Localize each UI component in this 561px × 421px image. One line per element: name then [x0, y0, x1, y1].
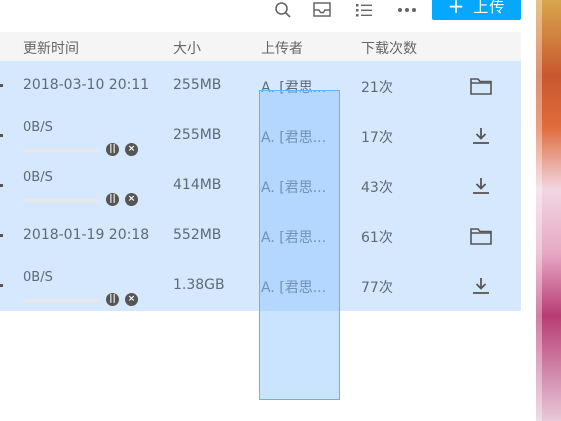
download-speed: 0B/S: [23, 270, 53, 285]
table-header: 更新时间 大小 上传者 下载次数: [0, 32, 521, 62]
search-icon[interactable]: [272, 0, 294, 20]
file-size: 255MB: [173, 127, 222, 143]
download-icon[interactable]: [469, 124, 493, 148]
folder-icon[interactable]: [469, 224, 493, 248]
list-view-icon[interactable]: [353, 0, 375, 20]
file-list-window: + 上传 更新时间 大小 上传者 下载次数 2018-03-10 20:11 2…: [0, 0, 536, 421]
download-count: 61次: [361, 230, 393, 246]
download-icon[interactable]: [469, 274, 493, 298]
file-size: 255MB: [173, 77, 222, 93]
update-time: 2018-03-10 20:11: [23, 77, 150, 93]
download-icon[interactable]: [469, 174, 493, 198]
pause-icon[interactable]: ||: [106, 293, 119, 306]
download-speed: 0B/S: [23, 170, 53, 185]
desktop-background-strip: [536, 0, 561, 421]
download-count: 43次: [361, 180, 393, 196]
upload-button[interactable]: + 上传: [432, 0, 521, 20]
cancel-icon[interactable]: ×: [125, 193, 138, 206]
pause-icon[interactable]: ||: [106, 193, 119, 206]
download-count: 21次: [361, 80, 393, 96]
upload-label: 上传: [473, 0, 506, 16]
file-size: 1.38GB: [173, 277, 225, 293]
row-bullet: [0, 184, 3, 187]
download-count: 77次: [361, 280, 393, 296]
pause-icon[interactable]: ||: [106, 143, 119, 156]
plus-icon: +: [447, 0, 466, 18]
column-header-time[interactable]: 更新时间: [23, 38, 79, 58]
inbox-icon[interactable]: [311, 0, 333, 20]
cancel-icon[interactable]: ×: [125, 293, 138, 306]
toolbar: + 上传: [0, 0, 536, 30]
row-bullet: [0, 234, 3, 237]
row-bullet: [0, 284, 3, 287]
column-header-size[interactable]: 大小: [173, 38, 201, 58]
progress-bar: [23, 299, 99, 302]
folder-icon[interactable]: [469, 74, 493, 98]
update-time: 2018-01-19 20:18: [23, 227, 150, 243]
download-speed: 0B/S: [23, 120, 53, 135]
column-header-uploader[interactable]: 上传者: [261, 38, 303, 58]
download-count: 17次: [361, 130, 393, 146]
progress-bar: [23, 199, 99, 202]
row-bullet: [0, 84, 3, 87]
column-header-downloads[interactable]: 下载次数: [361, 38, 417, 58]
row-bullet: [0, 134, 3, 137]
drag-selection-rectangle: [259, 90, 340, 400]
cancel-icon[interactable]: ×: [125, 143, 138, 156]
file-size: 414MB: [173, 177, 222, 193]
progress-bar: [23, 149, 99, 152]
file-size: 552MB: [173, 227, 222, 243]
more-icon[interactable]: [396, 0, 418, 20]
